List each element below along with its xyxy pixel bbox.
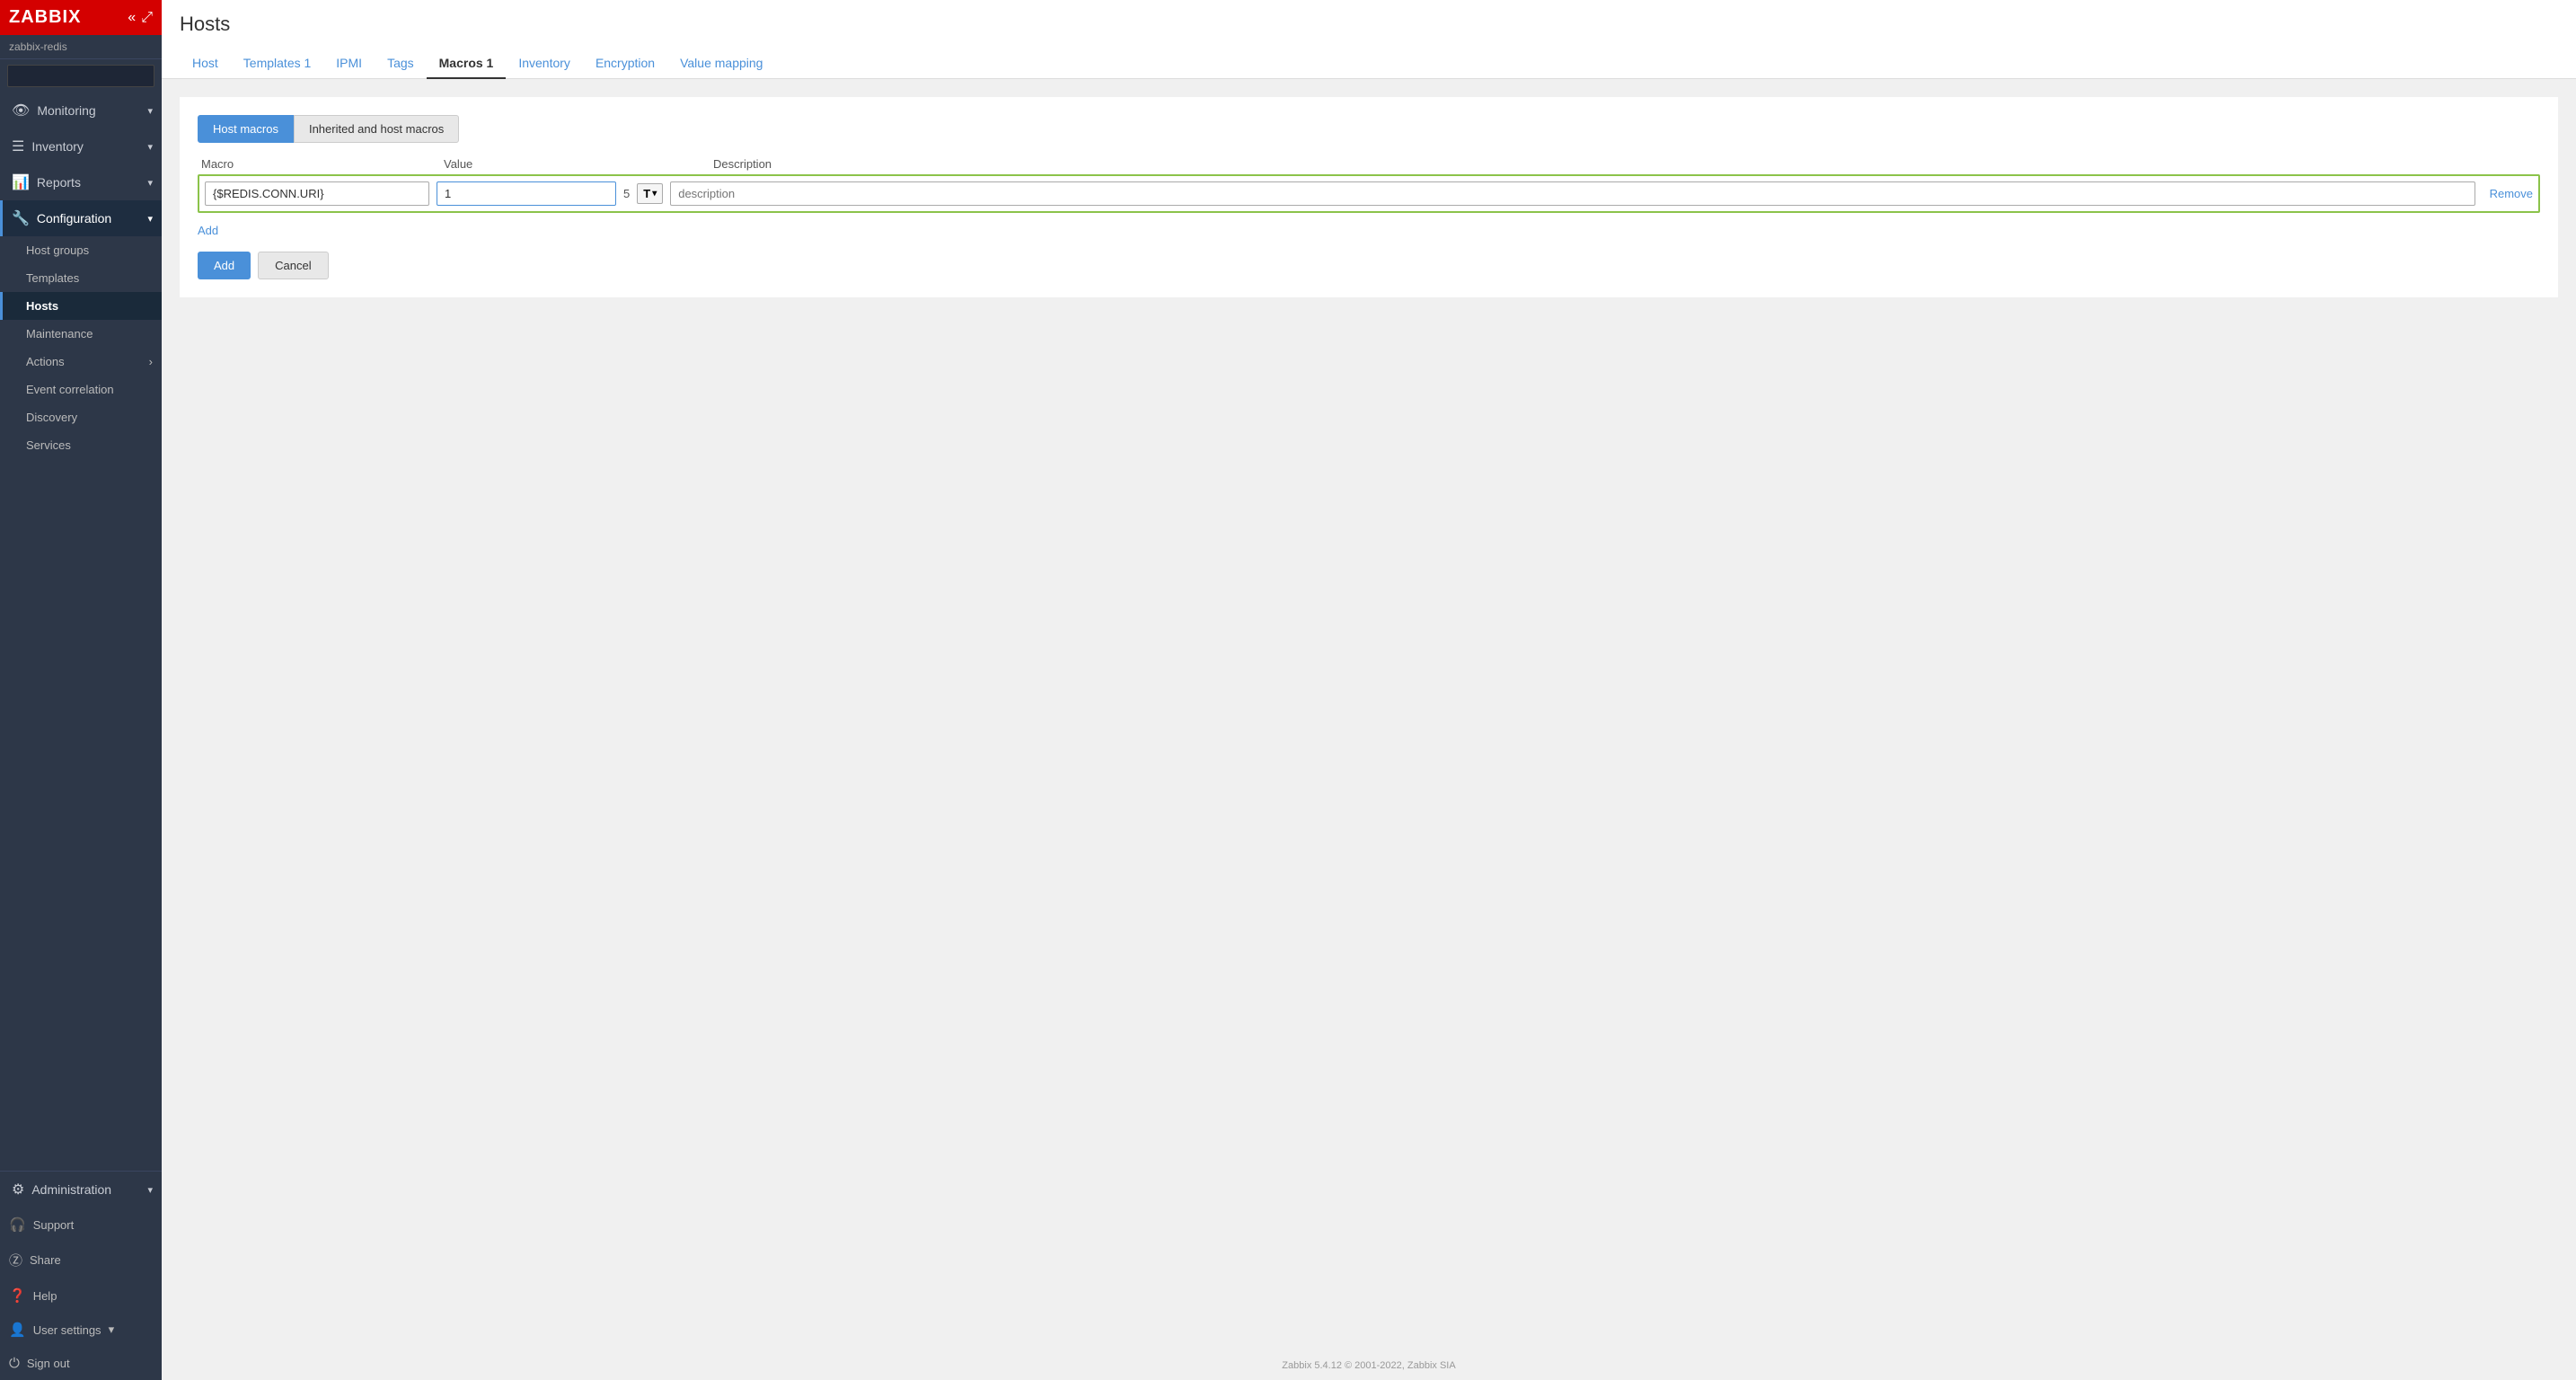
tab-host[interactable]: Host — [180, 49, 231, 79]
sidebar-header: ZABBIX « ⤢ — [0, 0, 162, 35]
support-label: Support — [33, 1218, 75, 1232]
inventory-icon: ☰ — [12, 137, 24, 155]
action-buttons: Add Cancel — [198, 252, 2540, 279]
tab-encryption[interactable]: Encryption — [583, 49, 667, 79]
chevron-inventory-icon: ▾ — [147, 141, 153, 153]
content-card: Host macros Inherited and host macros Ma… — [180, 97, 2558, 297]
expand-icon[interactable]: ⤢ — [141, 10, 153, 26]
sidebar-nav-configuration[interactable]: 🔧 Configuration ▾ — [0, 200, 162, 236]
sidebar-nav-administration[interactable]: ⚙ Administration ▾ — [0, 1172, 162, 1208]
macro-col-header-macro: Macro — [198, 157, 440, 171]
sidebar-nav-inventory[interactable]: ☰ Inventory ▾ — [0, 128, 162, 164]
tab-ipmi[interactable]: IPMI — [323, 49, 375, 79]
cancel-button[interactable]: Cancel — [258, 252, 328, 279]
tab-inventory[interactable]: Inventory — [506, 49, 583, 79]
monitoring-label: Monitoring — [37, 103, 95, 118]
event-correlation-label: Event correlation — [26, 383, 114, 396]
footer-text: Zabbix 5.4.12 © 2001-2022, Zabbix SIA — [1282, 1360, 1455, 1371]
host-groups-label: Host groups — [26, 243, 89, 257]
sign-out-label: Sign out — [27, 1357, 70, 1370]
sidebar: ZABBIX « ⤢ zabbix-redis 👁 Monitoring ▾ ☰… — [0, 0, 162, 1380]
discovery-label: Discovery — [26, 411, 77, 424]
sidebar-item-event-correlation[interactable]: Event correlation — [0, 376, 162, 403]
sidebar-item-help[interactable]: ❓ Help — [0, 1278, 162, 1313]
macro-type-chevron-icon: ▾ — [652, 189, 657, 199]
configuration-icon: 🔧 — [12, 209, 30, 227]
sidebar-user: zabbix-redis — [0, 35, 162, 59]
sidebar-item-user-settings[interactable]: 👤 User settings ▾ — [0, 1313, 162, 1347]
support-icon: 🎧 — [9, 1216, 26, 1233]
chevron-user-settings-icon: ▾ — [109, 1322, 115, 1337]
chevron-monitoring-icon: ▾ — [147, 105, 153, 117]
sidebar-nav-monitoring[interactable]: 👁 Monitoring ▾ — [0, 93, 162, 128]
help-icon: ❓ — [9, 1287, 26, 1304]
user-settings-icon: 👤 — [9, 1322, 26, 1338]
sidebar-item-services[interactable]: Services — [0, 431, 162, 459]
collapse-icon[interactable]: « — [128, 10, 136, 26]
macro-col-header-value: Value — [440, 157, 710, 171]
share-icon: Ⓩ — [9, 1251, 22, 1269]
macro-description-input[interactable] — [670, 181, 2475, 206]
search-bar — [0, 59, 162, 93]
sidebar-item-templates[interactable]: Templates — [0, 264, 162, 292]
reports-label: Reports — [37, 175, 81, 190]
sidebar-header-icons: « ⤢ — [128, 10, 153, 26]
macro-row: 5 T ▾ Remove — [198, 174, 2540, 213]
inventory-label: Inventory — [31, 139, 84, 154]
configuration-label: Configuration — [37, 211, 111, 226]
tab-macros[interactable]: Macros 1 — [427, 49, 507, 79]
host-macros-button[interactable]: Host macros — [198, 115, 294, 143]
search-input[interactable] — [7, 65, 154, 87]
chevron-reports-icon: ▾ — [147, 177, 153, 189]
sidebar-item-discovery[interactable]: Discovery — [0, 403, 162, 431]
macro-name-input[interactable] — [205, 181, 429, 206]
sidebar-nav-reports[interactable]: 📊 Reports ▾ — [0, 164, 162, 200]
footer: Zabbix 5.4.12 © 2001-2022, Zabbix SIA — [162, 1351, 2576, 1380]
help-label: Help — [33, 1289, 57, 1303]
macro-table-header: Macro Value Description — [198, 157, 2540, 174]
tab-templates[interactable]: Templates 1 — [231, 49, 323, 79]
chevron-administration-icon: ▾ — [147, 1184, 153, 1196]
sidebar-item-host-groups[interactable]: Host groups — [0, 236, 162, 264]
tabs: Host Templates 1 IPMI Tags Macros 1 Inve… — [180, 49, 2558, 78]
macro-add-link[interactable]: Add — [198, 224, 218, 237]
main-content: Hosts Host Templates 1 IPMI Tags Macros … — [162, 0, 2576, 1380]
content-area: Host macros Inherited and host macros Ma… — [162, 79, 2576, 1351]
macro-type-label: T — [643, 187, 650, 200]
sidebar-item-hosts[interactable]: Hosts — [0, 292, 162, 320]
macro-value-input[interactable] — [437, 181, 616, 206]
macro-col-header-description: Description — [710, 157, 2540, 171]
hosts-label: Hosts — [26, 299, 58, 313]
administration-label: Administration — [31, 1182, 111, 1197]
maintenance-label: Maintenance — [26, 327, 93, 341]
services-label: Services — [26, 438, 71, 452]
sidebar-item-actions[interactable]: Actions — [0, 348, 162, 376]
templates-label: Templates — [26, 271, 79, 285]
page-title: Hosts — [180, 13, 2558, 36]
macro-type-selector[interactable]: T ▾ — [637, 183, 663, 204]
macro-toggle: Host macros Inherited and host macros — [198, 115, 2540, 143]
user-settings-label: User settings — [33, 1323, 101, 1337]
page-header: Hosts Host Templates 1 IPMI Tags Macros … — [162, 0, 2576, 79]
sign-out-icon: ⏻ — [9, 1356, 20, 1371]
administration-icon: ⚙ — [12, 1181, 24, 1199]
share-label: Share — [30, 1253, 61, 1267]
sidebar-item-maintenance[interactable]: Maintenance — [0, 320, 162, 348]
sidebar-bottom: ⚙ Administration ▾ 🎧 Support Ⓩ Share ❓ H… — [0, 1171, 162, 1380]
add-button[interactable]: Add — [198, 252, 251, 279]
tab-tags[interactable]: Tags — [375, 49, 427, 79]
actions-label: Actions — [26, 355, 65, 368]
inherited-macros-button[interactable]: Inherited and host macros — [294, 115, 459, 143]
sidebar-item-sign-out[interactable]: ⏻ Sign out — [0, 1347, 162, 1380]
chevron-configuration-icon: ▾ — [147, 213, 153, 225]
sidebar-item-support[interactable]: 🎧 Support — [0, 1208, 162, 1242]
monitoring-icon: 👁 — [12, 102, 30, 119]
logo: ZABBIX — [9, 7, 81, 28]
sidebar-item-share[interactable]: Ⓩ Share — [0, 1242, 162, 1278]
tab-value-mapping[interactable]: Value mapping — [667, 49, 775, 79]
macro-remove-link[interactable]: Remove — [2490, 187, 2533, 200]
reports-icon: 📊 — [12, 173, 30, 191]
macro-value-extra: 5 — [623, 187, 630, 200]
